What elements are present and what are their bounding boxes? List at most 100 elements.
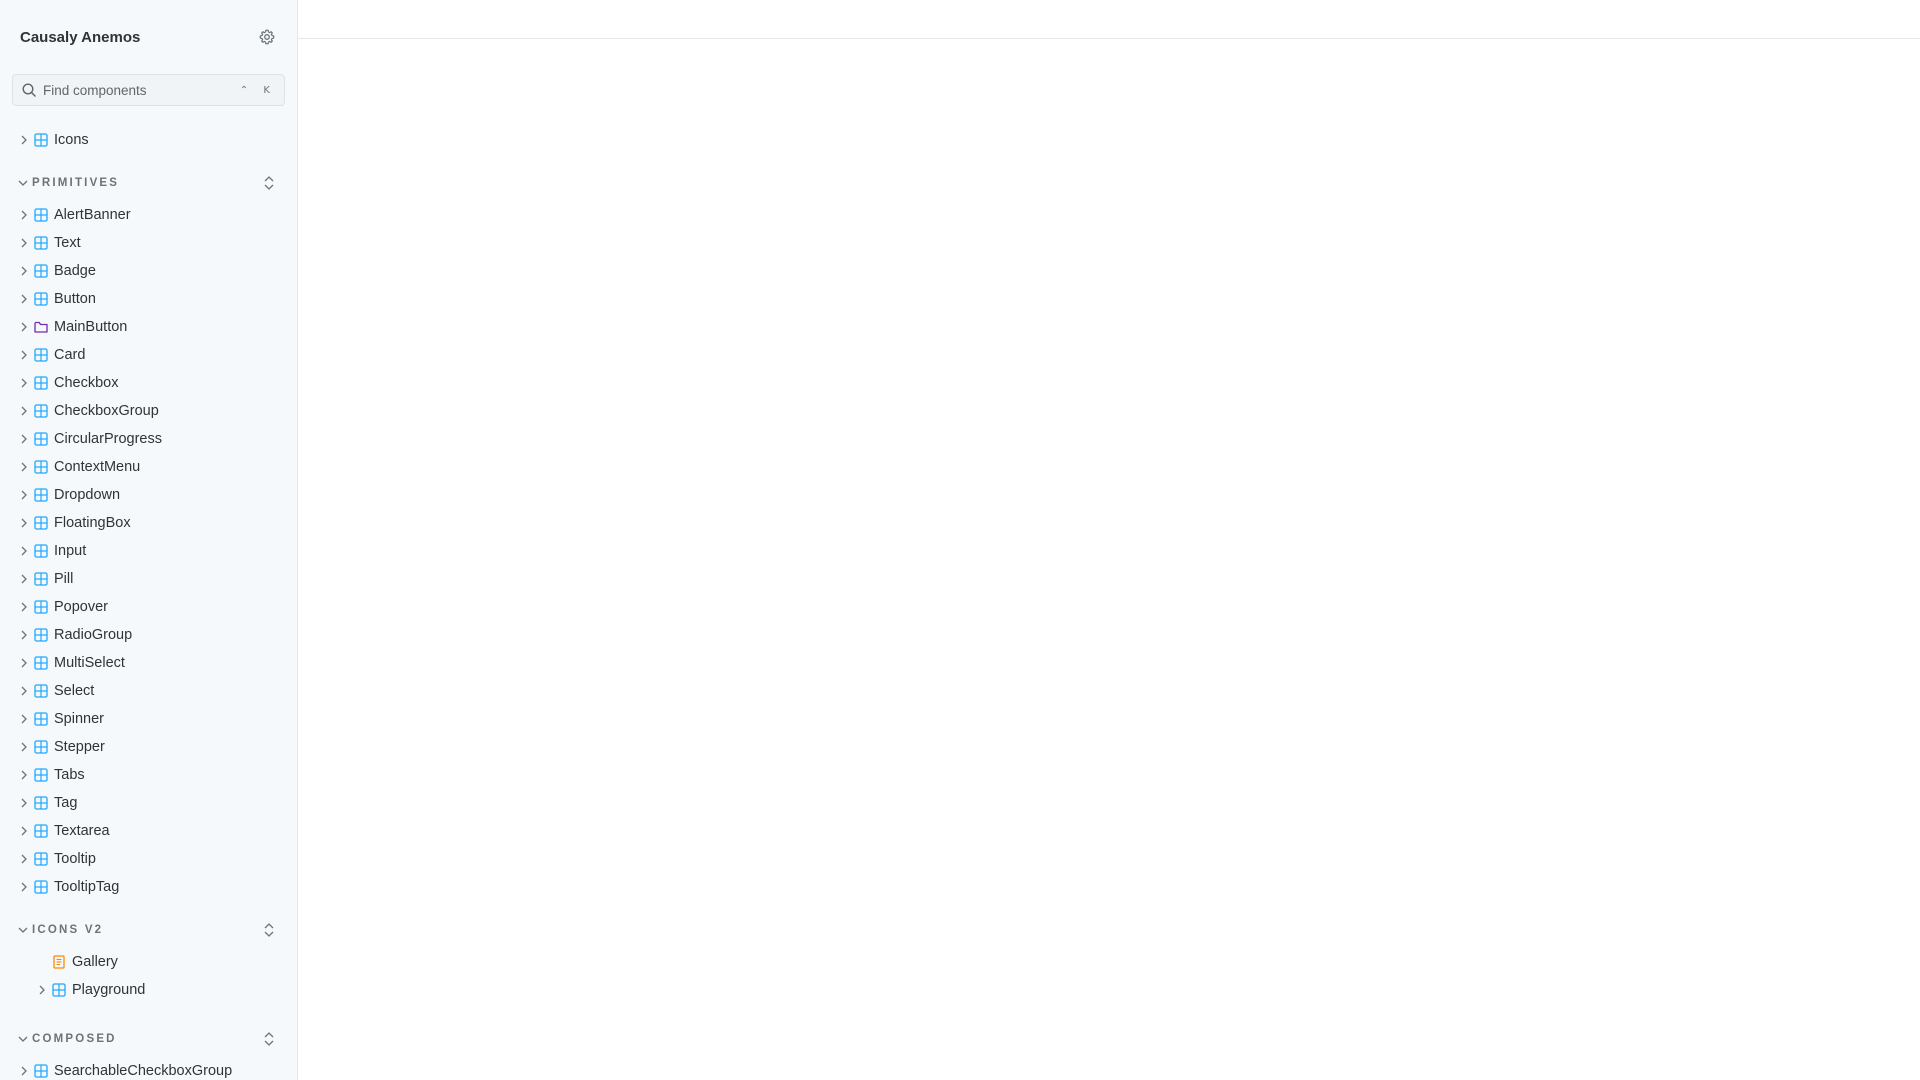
chevron-right-icon xyxy=(18,293,30,305)
chevron-right-icon xyxy=(18,461,30,473)
tree-item-popover[interactable]: Popover xyxy=(0,593,297,621)
chevron-down-icon xyxy=(18,180,28,186)
tree-item-label: Gallery xyxy=(72,954,118,970)
chevron-right-icon xyxy=(18,713,30,725)
settings-button[interactable] xyxy=(255,25,279,49)
chevron-right-icon xyxy=(18,1065,30,1077)
sidebar-header: Causaly Anemos xyxy=(0,0,297,74)
component-icon xyxy=(34,628,48,642)
chevron-right-icon xyxy=(18,685,30,697)
tree-item-radiogroup[interactable]: RadioGroup xyxy=(0,621,297,649)
section-header-composed[interactable]: COMPOSED xyxy=(0,1024,297,1054)
tree-item-label: Textarea xyxy=(54,823,110,839)
component-icon xyxy=(34,236,48,250)
chevron-down-icon xyxy=(18,1036,28,1042)
sidebar: Causaly Anemos ⌃ K xyxy=(0,0,298,1080)
tree-item-mainbutton[interactable]: MainButton xyxy=(0,313,297,341)
tree-item-label: Badge xyxy=(54,263,96,279)
tree-item-label: RadioGroup xyxy=(54,627,133,643)
tree-item-checkboxgroup[interactable]: CheckboxGroup xyxy=(0,397,297,425)
chevron-right-icon xyxy=(18,573,30,585)
expand-collapse-button[interactable] xyxy=(259,173,279,193)
tree-item-spinner[interactable]: Spinner xyxy=(0,705,297,733)
component-icon xyxy=(34,544,48,558)
chevron-right-icon xyxy=(18,237,30,249)
tree-item-label: Spinner xyxy=(54,711,104,727)
tree-item-select[interactable]: Select xyxy=(0,677,297,705)
tree-item-stepper[interactable]: Stepper xyxy=(0,733,297,761)
component-icon xyxy=(52,983,66,997)
chevron-right-icon xyxy=(18,517,30,529)
component-icon xyxy=(34,133,48,147)
tree-item-tooltip[interactable]: Tooltip xyxy=(0,845,297,873)
tree-item-text[interactable]: Text xyxy=(0,229,297,257)
tree-item-input[interactable]: Input xyxy=(0,537,297,565)
component-icon xyxy=(34,264,48,278)
search-input[interactable] xyxy=(43,82,240,98)
expand-collapse-button[interactable] xyxy=(259,920,279,940)
tree-item-label: Icons xyxy=(54,132,89,148)
chevron-right-icon xyxy=(18,405,30,417)
chevron-right-icon xyxy=(18,134,30,146)
expand-collapse-icon xyxy=(264,176,274,190)
chevron-right-icon xyxy=(18,853,30,865)
chevron-right-icon xyxy=(18,601,30,613)
chevron-right-icon xyxy=(18,433,30,445)
folder-icon xyxy=(34,320,48,334)
tree-item-playground[interactable]: Playground xyxy=(0,976,297,1004)
tree-item-textarea[interactable]: Textarea xyxy=(0,817,297,845)
chevron-right-icon xyxy=(18,629,30,641)
tree-item-label: MainButton xyxy=(54,319,128,335)
document-icon xyxy=(52,955,66,969)
app-root: Causaly Anemos ⌃ K xyxy=(0,0,1920,1080)
tree-item-tabs[interactable]: Tabs xyxy=(0,761,297,789)
brand-title[interactable]: Causaly Anemos xyxy=(20,29,140,46)
tree-item-multiselect[interactable]: MultiSelect xyxy=(0,649,297,677)
search-field[interactable]: ⌃ K xyxy=(12,74,285,106)
tree-item-floatingbox[interactable]: FloatingBox xyxy=(0,509,297,537)
tree-item-icons[interactable]: Icons xyxy=(0,126,297,154)
tree-item-label: AlertBanner xyxy=(54,207,131,223)
expand-collapse-button[interactable] xyxy=(259,1029,279,1049)
tree-item-label: Popover xyxy=(54,599,109,615)
component-icon xyxy=(34,208,48,222)
tree-item-label: Playground xyxy=(72,982,146,998)
tree-item-pill[interactable]: Pill xyxy=(0,565,297,593)
section-label: PRIMITIVES xyxy=(32,177,120,189)
chevron-right-icon xyxy=(18,769,30,781)
preview-toolbar xyxy=(298,0,1920,39)
component-icon xyxy=(34,460,48,474)
component-icon xyxy=(34,768,48,782)
component-icon xyxy=(34,824,48,838)
component-icon xyxy=(34,404,48,418)
tree-item-dropdown[interactable]: Dropdown xyxy=(0,481,297,509)
tree-item-label: Card xyxy=(54,347,86,363)
component-icon xyxy=(34,712,48,726)
component-icon xyxy=(34,600,48,614)
section-header-primitives[interactable]: PRIMITIVES xyxy=(0,168,297,198)
component-icon xyxy=(34,796,48,810)
chevron-right-icon xyxy=(18,545,30,557)
gear-icon xyxy=(259,29,275,45)
tree-item-alertbanner[interactable]: AlertBanner xyxy=(0,201,297,229)
tree-item-searchablecheckboxgroup[interactable]: SearchableCheckboxGroup xyxy=(0,1057,297,1080)
tree-item-tooltiptag[interactable]: TooltipTag xyxy=(0,873,297,901)
tree-item-tag[interactable]: Tag xyxy=(0,789,297,817)
chevron-right-icon xyxy=(18,489,30,501)
tree-item-checkbox[interactable]: Checkbox xyxy=(0,369,297,397)
tree-item-button[interactable]: Button xyxy=(0,285,297,313)
tree-item-gallery[interactable]: Gallery xyxy=(0,948,297,976)
tree-item-contextmenu[interactable]: ContextMenu xyxy=(0,453,297,481)
component-icon xyxy=(34,516,48,530)
tree-item-badge[interactable]: Badge xyxy=(0,257,297,285)
tree-item-circularprogress[interactable]: CircularProgress xyxy=(0,425,297,453)
component-icon xyxy=(34,572,48,586)
tree-item-label: Checkbox xyxy=(54,375,119,391)
section-label: COMPOSED xyxy=(32,1033,117,1045)
chevron-right-icon xyxy=(18,797,30,809)
section-header-icons-v2[interactable]: ICONS V2 xyxy=(0,915,297,945)
search-icon xyxy=(21,82,37,98)
component-icon xyxy=(34,376,48,390)
tree-item-card[interactable]: Card xyxy=(0,341,297,369)
chevron-right-icon xyxy=(18,657,30,669)
